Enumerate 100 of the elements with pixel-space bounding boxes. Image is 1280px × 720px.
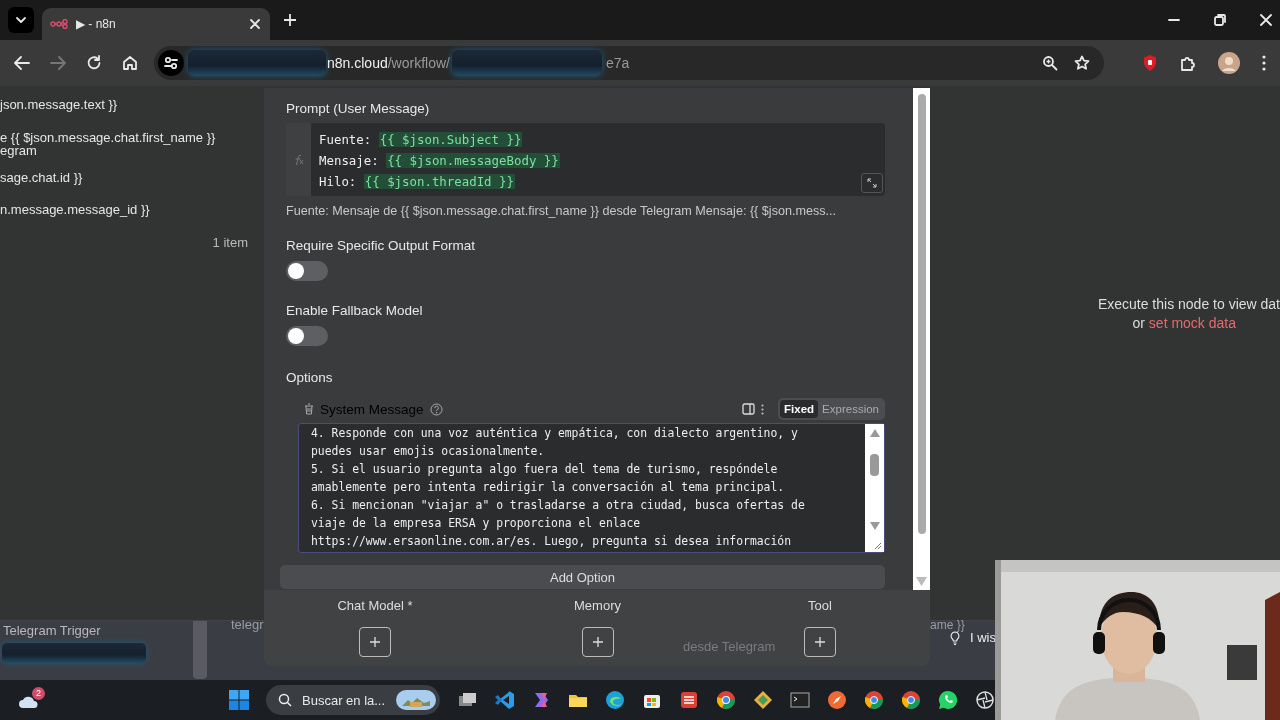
canvas-text: ame }} [930,619,965,631]
scroll-down-icon [916,577,927,586]
add-connection-button[interactable] [804,627,836,657]
toggle-switch[interactable] [286,261,328,281]
resize-handle-icon [874,542,882,550]
globe-icon[interactable] [605,690,625,710]
plus-icon [370,637,380,647]
plus-icon [592,637,603,647]
prompt-editor[interactable]: Fuente: {{ $json.Subject }} Mensaje: {{ $json.messageBody }} Hilo: {{ $json.threadId }} [286,123,885,196]
browser-tab[interactable]: ▶ - n8n [42,8,270,40]
reload-icon[interactable] [86,55,102,71]
scrollbar[interactable] [913,88,930,590]
chat-bubble-icon[interactable] [938,690,958,710]
field-label: System Message [320,401,424,417]
back-arrow-icon[interactable] [14,56,30,70]
add-option-button[interactable]: Add Option [280,565,885,589]
nodes-icon [50,19,68,29]
hint-text: I wis [970,630,996,645]
aperture-icon[interactable] [975,690,995,710]
restore-icon[interactable] [1214,14,1226,26]
scroll-up-icon [869,429,880,437]
input-value-text: n.message.message_id }} [0,202,151,217]
expression-chip: {{ $json.threadId }} [363,174,515,189]
chevron-down-icon [15,16,27,24]
scrollbar [193,621,207,679]
scrollbar[interactable] [865,424,884,552]
shield-extension-icon[interactable] [1142,54,1158,72]
lightbulb-icon [950,630,960,645]
home-icon[interactable] [122,55,138,71]
expand-button[interactable] [861,173,883,193]
plus-icon [815,637,825,647]
search-input[interactable]: Buscar en la... [300,691,388,709]
field-label: Require Specific Output Format [286,238,477,253]
input-value-text: sage.chat.id }} [0,170,84,185]
windows-icon[interactable] [229,690,249,710]
connector-label: Chat Model * [337,598,413,613]
message-line: https://www.ersaonline.com.ar/es. Luego, pregunta si desea información [311,533,793,550]
empty-state-message: Execute this node to view dat [1097,296,1280,312]
expression-chip: {{ $json.messageBody }} [386,153,560,168]
scroll-down-icon [869,522,880,530]
close-icon[interactable] [1260,14,1272,26]
message-line: puedes usar emojis ocasionalmente. [311,443,546,460]
connector-label: Memory [574,598,621,613]
panel-icon[interactable] [742,403,756,415]
input-value-text: e {{ $json.message.chat.first_name }} [0,130,217,145]
sliders-icon [164,56,178,70]
message-line: 5. Si el usuario pregunta algo fuera del tema de turismo, respóndele [311,461,779,478]
system-message-field[interactable] [298,423,885,553]
compass-icon[interactable] [827,690,847,710]
or-text: or [1132,315,1146,331]
puzzle-icon[interactable] [1180,55,1196,71]
star-icon[interactable] [1074,55,1090,71]
search-bar[interactable]: Buscar en la... [266,685,440,715]
expand-icon [867,178,877,188]
item-count: 1 item [211,235,249,250]
add-connection-button[interactable] [359,627,391,657]
field-label: Enable Fallback Model [286,303,424,318]
close-icon[interactable] [250,19,260,29]
toggle-switch[interactable] [286,326,328,346]
set-mock-data-link[interactable]: set mock data [1148,315,1236,331]
search-icon [278,693,292,707]
plus-icon[interactable] [284,14,296,26]
help-icon[interactable] [429,402,443,416]
code-text: Fuente: [319,132,373,147]
mode-tab[interactable]: Fixed [780,400,819,418]
scroll-thumb[interactable] [917,94,926,534]
browser-icon[interactable] [901,690,921,710]
trash-icon[interactable] [304,403,314,415]
cloud-icon[interactable] [18,695,40,709]
diamond-icon[interactable] [753,690,773,710]
forward-arrow-icon[interactable] [50,56,66,70]
more-icon[interactable] [1262,55,1266,71]
browser-icon[interactable] [864,690,884,710]
browser-icon[interactable] [716,690,736,710]
url-domain: n8n.cloud [327,55,388,71]
expression-preview: Fuente: Mensaje de {{ $json.message.chat.first_name }} desde Telegram Mensaje: {{ $json.mess... [286,204,838,218]
url-suffix: e7a [605,55,630,71]
more-icon[interactable] [761,403,765,415]
scroll-thumb[interactable] [870,453,879,476]
message-line: 4. Responde con una voz auténtica y empática, con dialecto argentino, y [311,425,799,442]
add-connection-button[interactable] [581,627,614,657]
connector-label: Tool [808,598,832,613]
notification-badge: 2 [32,687,45,700]
code-icon[interactable] [494,690,514,710]
landscape-icon [396,690,436,710]
node-label: Telegram Trigger [3,623,101,638]
address-bar[interactable]: n8n.cloud/workflow/ e7a [154,46,1104,80]
site-info-button[interactable] [158,50,184,76]
tab-title: ▶ - n8n [76,17,116,31]
input-value-text: json.message.text }} [0,97,119,112]
zoom-icon[interactable] [1042,55,1058,71]
tab-menu-button[interactable] [8,7,34,33]
code-text: Mensaje: [319,153,380,168]
field-label: Prompt (User Message) [286,101,431,116]
terminal-icon[interactable] [790,690,810,710]
message-line: 6. Si mencionan "viajar a" o trasladarse a otra ciudad, busca ofertas de [311,497,806,514]
avatar-icon[interactable] [1218,52,1240,74]
canvas-text: desde Telegram [683,639,776,654]
mode-tab[interactable]: Expression [818,400,883,418]
checklist-icon[interactable] [679,690,699,710]
